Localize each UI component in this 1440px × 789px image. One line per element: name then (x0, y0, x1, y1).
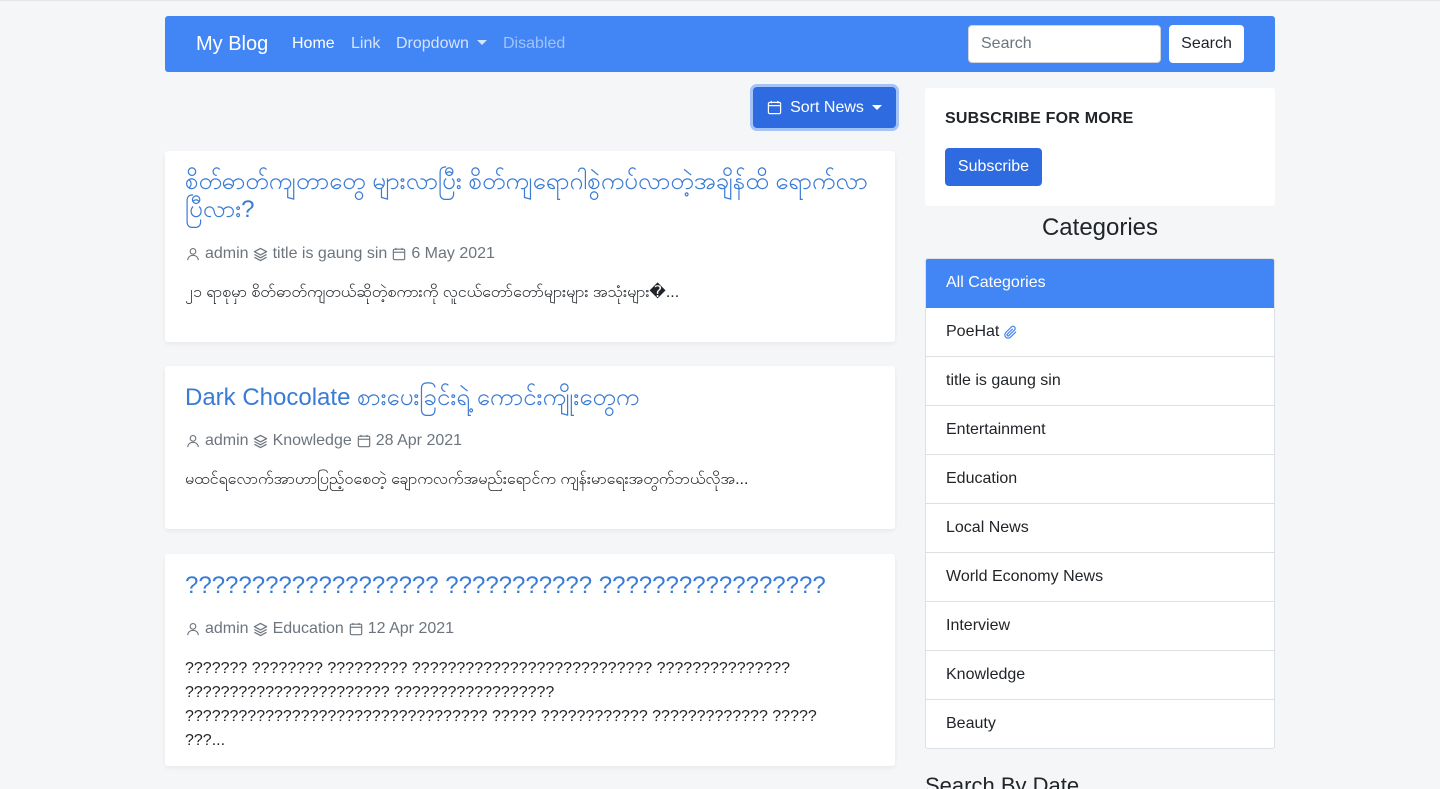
layers-icon (253, 246, 269, 262)
category-item-local-news[interactable]: Local News (926, 504, 1274, 553)
category-label: Education (946, 470, 1018, 487)
category-item-education[interactable]: Education (926, 455, 1274, 504)
category-label: World Economy News (946, 568, 1104, 585)
category-item-world-economy-news[interactable]: World Economy News (926, 553, 1274, 602)
post-date: 12 Apr 2021 (367, 620, 455, 637)
post-category[interactable]: Education (273, 619, 344, 639)
category-list: All Categories PoeHat title is gaung sin… (925, 258, 1275, 749)
post-card: စိတ်ဓာတ်ကျတာတွေ များလာပြီး စိတ်ကျရောဂါစွ… (165, 151, 895, 342)
post-excerpt: ??????? ???????? ????????? ?????????????… (185, 660, 817, 749)
category-label: title is gaung sin (946, 372, 1061, 389)
layers-icon (253, 433, 269, 449)
nav-link-home[interactable]: Home (292, 34, 335, 54)
post-meta: admin title is gaung sin 6 May 2021 (185, 244, 495, 264)
category-label: Interview (946, 617, 1011, 634)
search-button[interactable]: Search (1169, 25, 1244, 63)
post-meta: admin Knowledge 28 Apr 2021 (185, 431, 462, 451)
calendar-icon (767, 100, 782, 115)
post-date: 6 May 2021 (411, 245, 495, 262)
sort-news-label: Sort News (790, 98, 864, 116)
chevron-down-icon (871, 105, 882, 110)
category-item-entertainment[interactable]: Entertainment (926, 406, 1274, 455)
categories-heading: Categories (1041, 214, 1159, 241)
brand-logo[interactable]: My Blog (196, 32, 268, 56)
sort-news-button[interactable]: Sort News (753, 87, 896, 128)
calendar-icon (391, 246, 407, 262)
category-item-interview[interactable]: Interview (926, 602, 1274, 651)
post-category[interactable]: title is gaung sin (273, 244, 388, 264)
post-category[interactable]: Knowledge (273, 431, 352, 451)
post-meta: admin Education 12 Apr 2021 (185, 619, 454, 639)
paperclip-icon (1003, 325, 1018, 340)
post-excerpt: မထင်ရလောက်အာဟာပြည့်ဝစေတဲ့ ချောကလက်အမည်းရ… (185, 471, 749, 488)
calendar-icon (356, 433, 372, 449)
post-date: 28 Apr 2021 (375, 432, 463, 449)
user-icon (185, 433, 201, 449)
category-item-poehat[interactable]: PoeHat (926, 308, 1274, 357)
category-label: Knowledge (946, 666, 1026, 683)
top-border (0, 0, 1440, 1)
subscribe-button[interactable]: Subscribe (945, 148, 1042, 186)
category-item-all[interactable]: All Categories (926, 259, 1274, 308)
post-title[interactable]: ??????????????????? ??????????? ????????… (185, 572, 875, 600)
category-item-knowledge[interactable]: Knowledge (926, 651, 1274, 700)
category-item-title-is-gaung-sin[interactable]: title is gaung sin (926, 357, 1274, 406)
navbar: My Blog Home Link Dropdown Disabled Sear… (165, 16, 1275, 72)
category-label: PoeHat (946, 323, 1000, 340)
category-label: Entertainment (946, 421, 1046, 438)
post-card: ??????????????????? ??????????? ????????… (165, 554, 895, 766)
category-label: Local News (946, 519, 1029, 536)
layers-icon (253, 621, 269, 637)
calendar-icon (348, 621, 364, 637)
user-icon (185, 621, 201, 637)
subscribe-widget: SUBSCRIBE FOR MORE Subscribe (925, 88, 1275, 206)
nav-link-dropdown[interactable]: Dropdown (396, 34, 487, 54)
category-label: Beauty (946, 715, 996, 732)
search-input[interactable] (968, 25, 1161, 63)
nav-dropdown-label: Dropdown (396, 35, 469, 52)
post-excerpt: ၂၁ ရာစုမှာ စိတ်ဓာတ်ကျတယ်ဆိုတဲ့စကားကို လူ… (185, 284, 680, 301)
user-icon (185, 246, 201, 262)
nav-link-link[interactable]: Link (351, 34, 380, 54)
nav-link-disabled: Disabled (503, 35, 566, 52)
post-card: Dark Chocolate စားပေးခြင်းရဲ့ ကောင်းကျို… (165, 366, 895, 529)
subscribe-title: SUBSCRIBE FOR MORE (945, 110, 1134, 127)
post-author[interactable]: admin (205, 619, 249, 639)
post-author[interactable]: admin (205, 431, 249, 451)
category-item-beauty[interactable]: Beauty (926, 700, 1274, 748)
chevron-down-icon (476, 40, 487, 45)
category-label: All Categories (946, 274, 1046, 291)
post-title[interactable]: Dark Chocolate စားပေးခြင်းရဲ့ ကောင်းကျို… (185, 384, 875, 412)
post-title[interactable]: စိတ်ဓာတ်ကျတာတွေ များလာပြီး စိတ်ကျရောဂါစွ… (185, 168, 875, 224)
post-author[interactable]: admin (205, 244, 249, 264)
search-by-date-heading: Search By Date (925, 773, 1080, 789)
